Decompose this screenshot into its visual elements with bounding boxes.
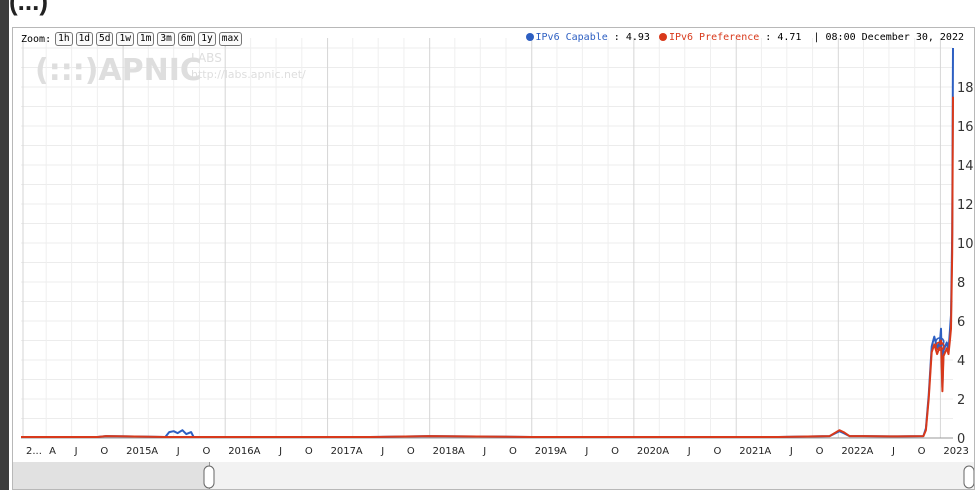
y-tick-label: 4 — [957, 354, 965, 369]
y-tick-label: 10 — [957, 237, 974, 252]
title-strip: (...) — [9, 0, 977, 26]
legend-preference-label: IPv6 Preference — [668, 32, 760, 43]
x-tick-label: 2015 — [126, 446, 151, 457]
x-tick-label: J — [380, 446, 384, 457]
zoom-button-max[interactable]: max — [218, 32, 242, 46]
legend-capable-value: 4.93 — [625, 32, 650, 43]
zoom-button-6m[interactable]: 6m — [177, 32, 196, 46]
y-tick-label: 16 — [957, 120, 974, 135]
x-tick-label: 2017 — [331, 446, 356, 457]
x-tick-label: O — [509, 446, 517, 457]
zoom-label: Zoom: — [21, 33, 52, 45]
zoom-button-1h[interactable]: 1h — [55, 32, 73, 46]
x-tick-label: A — [662, 446, 669, 457]
y-tick-label: 12 — [957, 198, 974, 213]
chart-title: (...) — [9, 0, 48, 16]
x-tick-label: A — [560, 446, 567, 457]
x-tick-label: O — [100, 446, 108, 457]
x-tick-label: 2... — [26, 446, 42, 457]
zoom-bar: Zoom: 1h 1d 5d 1w 1m 3m 6m 1y max — [21, 32, 245, 46]
x-tick-label: A — [866, 446, 873, 457]
x-tick-label: 2018 — [433, 446, 458, 457]
y-tick-label: 0 — [957, 432, 965, 447]
x-tick-label: A — [254, 446, 261, 457]
zoom-button-1m[interactable]: 1m — [136, 32, 155, 46]
chart-svg[interactable]: 0246810121416182... A J O 2015 A J O 2016 A J O 2017… — [13, 28, 974, 489]
x-tick-label: J — [891, 446, 895, 457]
watermark-url: http://labs.apnic.net/ — [191, 68, 306, 81]
range-selector-shade-left — [13, 462, 209, 489]
zoom-button-1w[interactable]: 1w — [116, 32, 134, 46]
x-tick-label: O — [202, 446, 210, 457]
x-tick-label: 2016 — [228, 446, 253, 457]
x-tick-label: O — [611, 446, 619, 457]
zoom-button-1y[interactable]: 1y — [198, 32, 216, 46]
x-tick-label: A — [49, 446, 56, 457]
x-tick-label: J — [176, 446, 180, 457]
range-handle-right[interactable] — [963, 465, 974, 489]
x-tick-label: J — [74, 446, 78, 457]
x-tick-label: 2019 — [535, 446, 560, 457]
legend-preference-value: 4.71 — [777, 32, 802, 43]
series-line-ipv6-preference — [21, 96, 954, 438]
chart-frame: (...) 0 2 4 6 8 10 12 14 16 18 2... A J O 2015 A J O 2016 A… — [9, 0, 977, 490]
x-tick-label: O — [816, 446, 824, 457]
x-tick-label: J — [687, 446, 691, 457]
watermark-labs: LABS — [191, 51, 222, 65]
legend-timestamp: 08:00 December 30, 2022 — [825, 32, 964, 43]
x-tick-label: J — [789, 446, 793, 457]
y-tick-label: 18 — [957, 81, 974, 96]
x-tick-label: A — [764, 446, 771, 457]
y-tick-label: 6 — [957, 315, 965, 330]
legend-capable-label: IPv6 Capable — [535, 32, 608, 43]
zoom-button-1d[interactable]: 1d — [75, 32, 94, 46]
legend-dot-preference — [658, 33, 667, 41]
window-edge — [0, 0, 9, 490]
x-tick-label: O — [713, 446, 721, 457]
x-tick-label: 2020 — [637, 446, 662, 457]
x-tick-label: 2022 — [841, 446, 866, 457]
x-tick-label: A — [356, 446, 363, 457]
x-tick-label: J — [482, 446, 486, 457]
chart-container: 0 2 4 6 8 10 12 14 16 18 2... A J O 2015 A J O 2016 A J O 2017… — [12, 27, 975, 490]
x-tick-label: 2023 — [943, 446, 968, 457]
zoom-button-3m[interactable]: 3m — [157, 32, 175, 46]
x-tick-label: O — [918, 446, 926, 457]
zoom-button-5d[interactable]: 5d — [96, 32, 114, 46]
x-tick-label: A — [151, 446, 158, 457]
y-tick-label: 8 — [957, 276, 965, 291]
legend-dot-capable — [525, 33, 534, 41]
y-tick-label: 14 — [957, 159, 974, 174]
x-tick-label: J — [584, 446, 588, 457]
x-tick-label: 2021 — [739, 446, 764, 457]
watermark-logo: (:::)APNIC — [35, 53, 202, 88]
x-tick-label: J — [278, 446, 282, 457]
x-tick-label: O — [305, 446, 313, 457]
y-tick-label: 2 — [957, 393, 965, 408]
x-tick-label: A — [458, 446, 465, 457]
range-handle-left[interactable] — [203, 465, 215, 489]
x-tick-label: O — [407, 446, 415, 457]
legend: IPv6 Capable : 4.93 IPv6 Preference : 4.… — [525, 32, 964, 43]
